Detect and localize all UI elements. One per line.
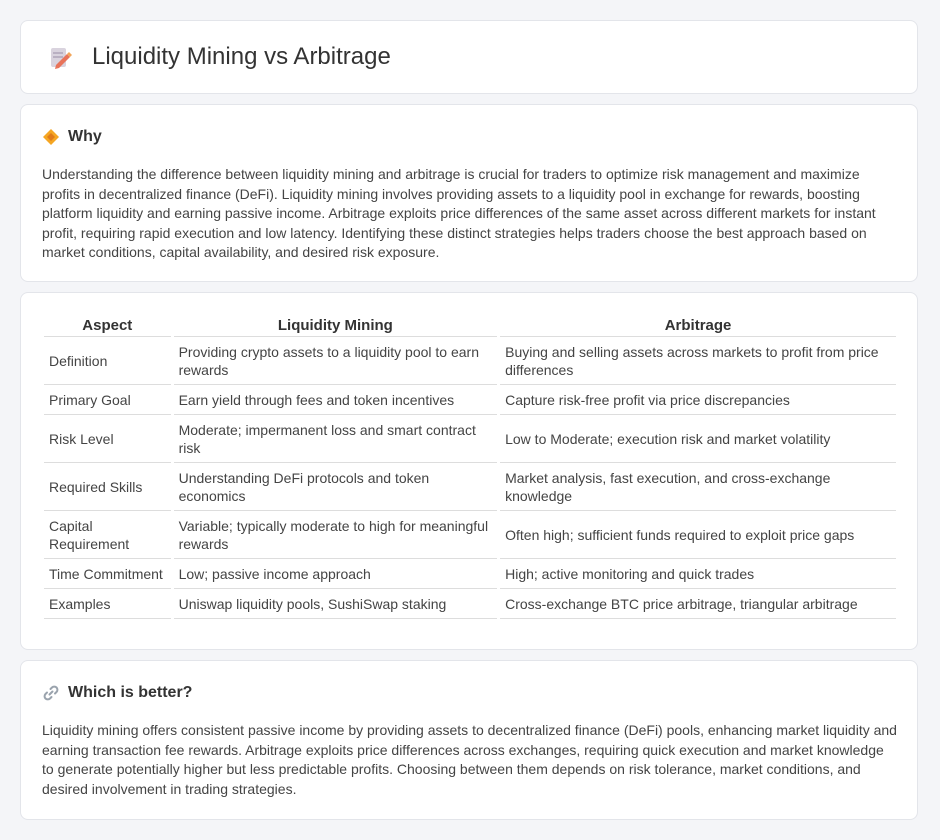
table-cell: Definition bbox=[44, 337, 171, 385]
table-row: Capital Requirement Variable; typically … bbox=[44, 511, 896, 559]
why-text: Understanding the difference between liq… bbox=[42, 166, 876, 261]
page-title: Liquidity Mining vs Arbitrage bbox=[92, 43, 391, 70]
better-title: Which is better? bbox=[68, 684, 193, 701]
table-cell: Cross-exchange BTC price arbitrage, tria… bbox=[500, 589, 896, 619]
table-row: Required Skills Understanding DeFi proto… bbox=[44, 463, 896, 511]
title-card: Liquidity Mining vs Arbitrage bbox=[20, 20, 918, 94]
document-pencil-icon bbox=[51, 48, 72, 69]
table-cell: Capital Requirement bbox=[44, 511, 171, 559]
table-cell: High; active monitoring and quick trades bbox=[500, 559, 896, 589]
table-cell: Required Skills bbox=[44, 463, 171, 511]
table-cell: Often high; sufficient funds required to… bbox=[500, 511, 896, 559]
table-cell: Low to Moderate; execution risk and mark… bbox=[500, 415, 896, 463]
better-heading: Which is better? bbox=[42, 683, 192, 703]
table-row: Definition Providing crypto assets to a … bbox=[44, 337, 896, 385]
table-cell: Primary Goal bbox=[44, 385, 171, 415]
comparison-card: Aspect Liquidity Mining Arbitrage Defini… bbox=[20, 292, 918, 650]
table-cell: Risk Level bbox=[44, 415, 171, 463]
which-better-section: Which is better? Liquidity mining offers… bbox=[20, 660, 918, 820]
table-row: Examples Uniswap liquidity pools, SushiS… bbox=[44, 589, 896, 619]
why-section: Why Understanding the difference between… bbox=[20, 104, 918, 282]
table-cell: Market analysis, fast execution, and cro… bbox=[500, 463, 896, 511]
why-heading: Why bbox=[42, 127, 102, 147]
table-cell: Low; passive income approach bbox=[173, 559, 498, 589]
column-header: Aspect bbox=[44, 315, 171, 337]
column-header: Arbitrage bbox=[500, 315, 896, 337]
table-cell: Understanding DeFi protocols and token e… bbox=[173, 463, 498, 511]
table-cell: Buying and selling assets across markets… bbox=[500, 337, 896, 385]
table-cell: Variable; typically moderate to high for… bbox=[173, 511, 498, 559]
comparison-table: Aspect Liquidity Mining Arbitrage Defini… bbox=[41, 315, 899, 619]
table-cell: Examples bbox=[44, 589, 171, 619]
better-text: Liquidity mining offers consistent passi… bbox=[42, 722, 897, 797]
why-title: Why bbox=[68, 128, 102, 145]
table-header-row: Aspect Liquidity Mining Arbitrage bbox=[44, 315, 896, 337]
diamond-icon bbox=[43, 129, 59, 145]
table-row: Risk Level Moderate; impermanent loss an… bbox=[44, 415, 896, 463]
table-row: Primary Goal Earn yield through fees and… bbox=[44, 385, 896, 415]
column-header: Liquidity Mining bbox=[173, 315, 498, 337]
table-cell: Providing crypto assets to a liquidity p… bbox=[173, 337, 498, 385]
table-cell: Time Commitment bbox=[44, 559, 171, 589]
table-cell: Earn yield through fees and token incent… bbox=[173, 385, 498, 415]
table-row: Time Commitment Low; passive income appr… bbox=[44, 559, 896, 589]
table-cell: Uniswap liquidity pools, SushiSwap staki… bbox=[173, 589, 498, 619]
table-cell: Moderate; impermanent loss and smart con… bbox=[173, 415, 498, 463]
table-cell: Capture risk-free profit via price discr… bbox=[500, 385, 896, 415]
link-icon bbox=[43, 685, 59, 701]
